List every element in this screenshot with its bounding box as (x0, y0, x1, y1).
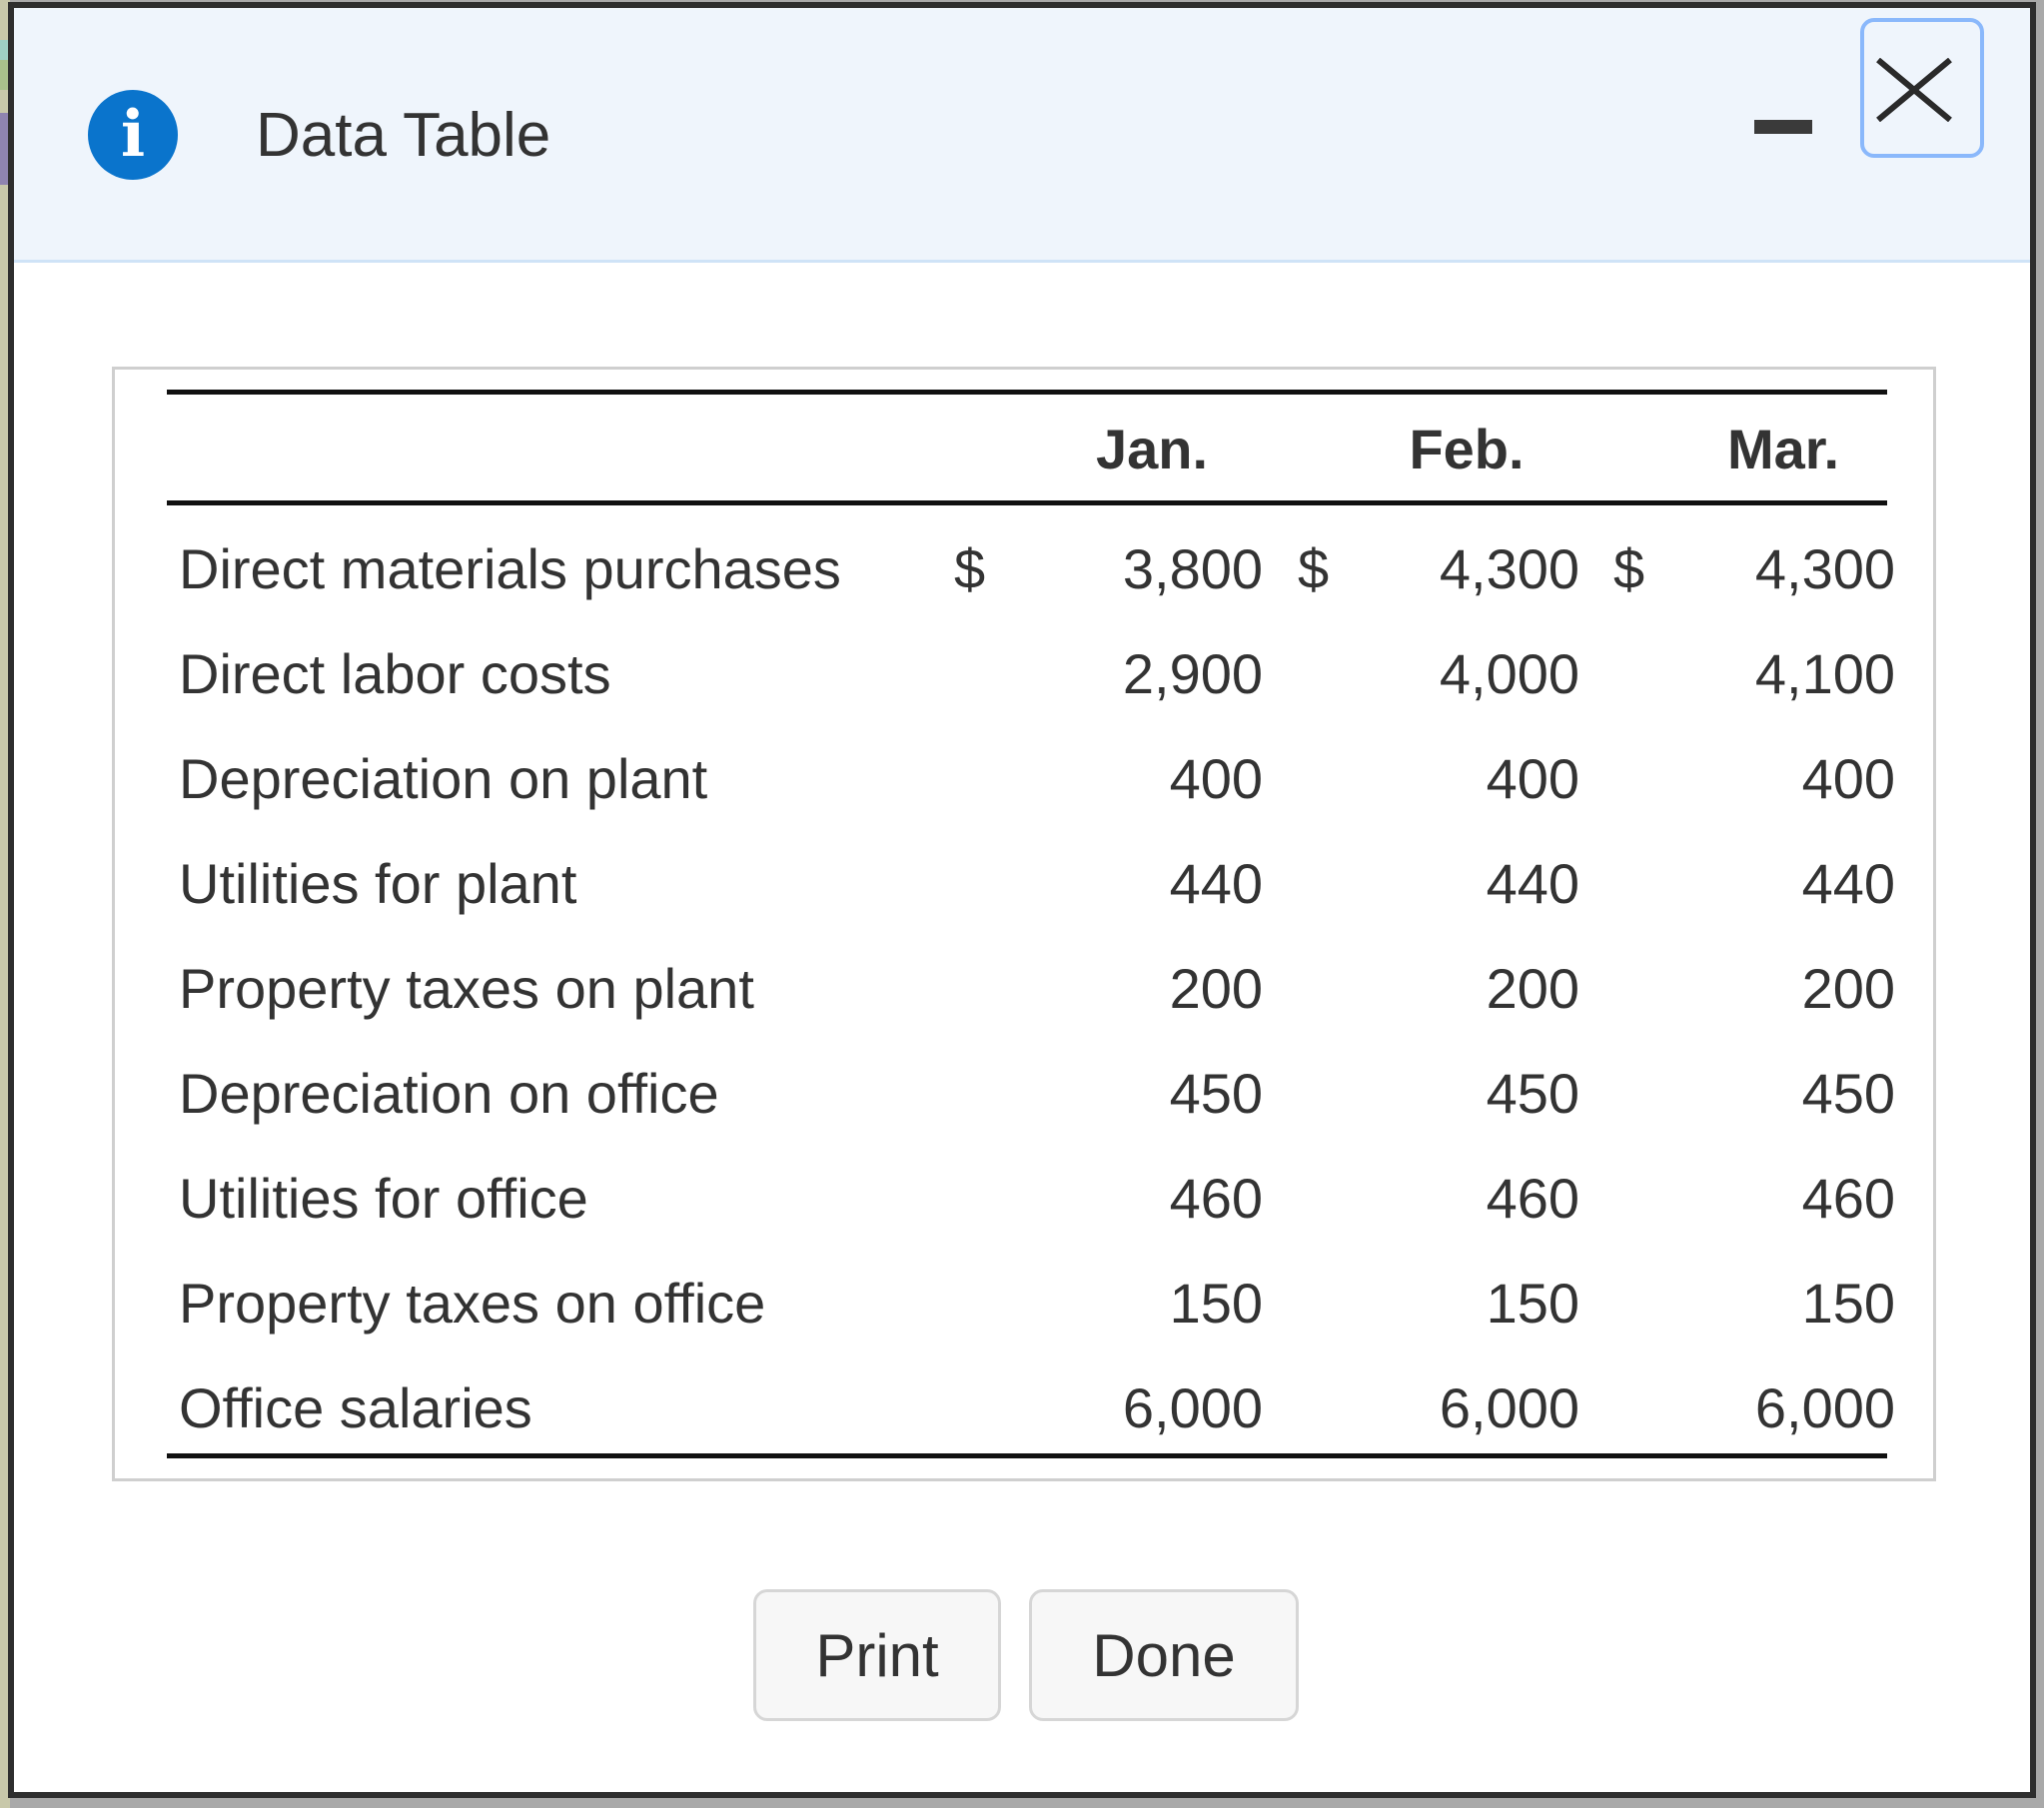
cell-value-mar: 460 (1801, 1167, 1895, 1230)
close-icon (1876, 58, 1952, 122)
cell-value-feb: 6,000 (1439, 1376, 1579, 1439)
close-button[interactable] (1860, 18, 1984, 158)
column-header-feb: Feb. (1409, 418, 1525, 480)
cell-value-mar: 4,300 (1754, 537, 1895, 600)
row-label: Office salaries (179, 1376, 532, 1439)
cell-value-mar: 440 (1801, 852, 1895, 915)
row-label: Direct labor costs (179, 642, 611, 705)
cell-value-mar: 400 (1801, 747, 1895, 810)
cell-value-jan: 460 (1169, 1167, 1263, 1230)
cell-value-mar: 200 (1801, 957, 1895, 1020)
cell-value-feb: 4,300 (1439, 537, 1579, 600)
cell-value-feb: 200 (1486, 957, 1579, 1020)
table-top-rule (167, 390, 1887, 395)
cell-value-mar: 6,000 (1754, 1376, 1895, 1439)
print-button[interactable]: Print (753, 1589, 1001, 1721)
currency-symbol: $ (1298, 537, 1330, 600)
cell-value-feb: 150 (1486, 1272, 1579, 1335)
dialog-header: i Data Table (14, 8, 2030, 263)
info-icon: i (88, 90, 178, 180)
cell-value-jan: 150 (1169, 1272, 1263, 1335)
currency-symbol: $ (954, 537, 986, 600)
row-label: Property taxes on office (179, 1272, 766, 1335)
row-label: Direct materials purchases (179, 537, 841, 600)
cell-value-jan: 450 (1169, 1062, 1263, 1125)
column-header-jan: Jan. (1095, 418, 1209, 480)
minimize-icon (1754, 120, 1812, 134)
table-row: Direct materials purchases $3,800 $4,300 $4… (115, 517, 1939, 622)
cell-value-jan: 440 (1169, 852, 1263, 915)
cell-value-jan: 6,000 (1122, 1376, 1263, 1439)
cell-value-jan: 3,800 (1122, 537, 1263, 600)
cell-value-feb: 450 (1486, 1062, 1579, 1125)
cell-value-mar: 4,100 (1754, 642, 1895, 705)
table-row: Property taxes on plant 200 200 200 (115, 937, 1939, 1042)
done-button[interactable]: Done (1029, 1589, 1299, 1721)
table-row: Direct labor costs 2,900 4,000 4,100 (115, 622, 1939, 727)
table-row: Utilities for office 460 460 460 (115, 1147, 1939, 1252)
data-table: Jan. Feb. Mar. Direct materials purchase… (112, 367, 1936, 1481)
row-label: Depreciation on plant (179, 747, 708, 810)
currency-symbol: $ (1613, 537, 1645, 600)
column-header-mar: Mar. (1726, 418, 1840, 480)
table-row: Property taxes on office 150 150 150 (115, 1252, 1939, 1356)
cell-value-jan: 2,900 (1122, 642, 1263, 705)
cell-value-feb: 4,000 (1439, 642, 1579, 705)
row-label: Utilities for office (179, 1167, 588, 1230)
cell-value-feb: 460 (1486, 1167, 1579, 1230)
table-row: Office salaries 6,000 6,000 6,000 (115, 1356, 1939, 1461)
row-label: Property taxes on plant (179, 957, 754, 1020)
cell-value-mar: 150 (1801, 1272, 1895, 1335)
cell-value-feb: 400 (1486, 747, 1579, 810)
table-header-rule (167, 500, 1887, 505)
table-row: Depreciation on plant 400 400 400 (115, 727, 1939, 832)
table-row: Utilities for plant 440 440 440 (115, 832, 1939, 937)
row-label: Utilities for plant (179, 852, 577, 915)
cell-value-mar: 450 (1801, 1062, 1895, 1125)
row-label: Depreciation on office (179, 1062, 719, 1125)
data-table-dialog: i Data Table Jan. Feb. Mar. Direct mater… (14, 8, 2030, 1792)
minimize-button[interactable] (1750, 112, 1816, 142)
table-row: Depreciation on office 450 450 450 (115, 1042, 1939, 1147)
cell-value-jan: 200 (1169, 957, 1263, 1020)
cell-value-feb: 440 (1486, 852, 1579, 915)
cell-value-jan: 400 (1169, 747, 1263, 810)
dialog-title: Data Table (256, 101, 551, 170)
table-bottom-rule (167, 1453, 1887, 1458)
